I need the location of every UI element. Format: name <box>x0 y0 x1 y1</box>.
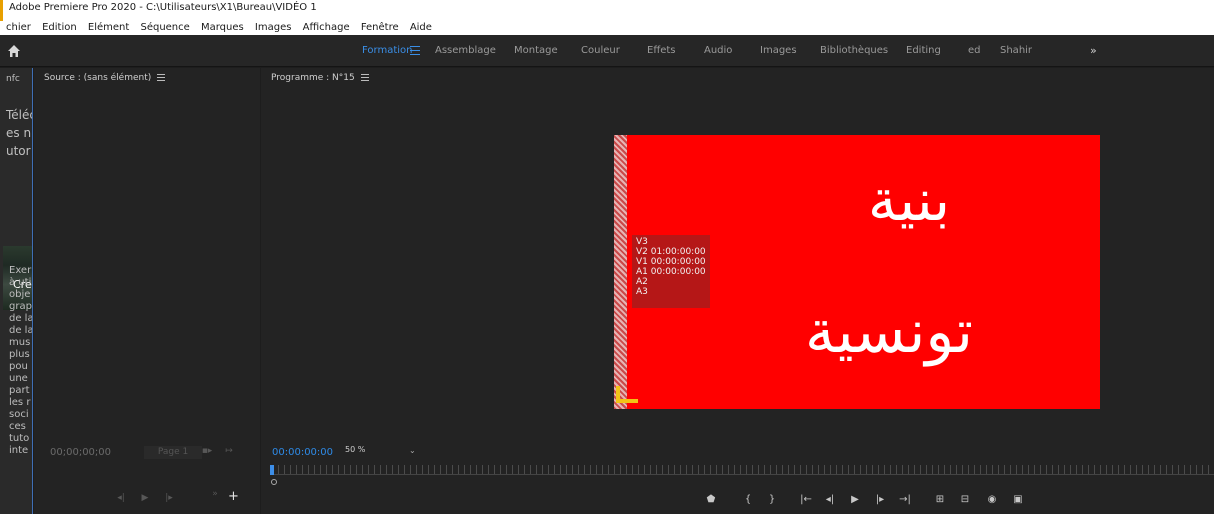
chevron-down-icon[interactable]: ⌄ <box>409 446 416 455</box>
learn-text-line: les r <box>9 397 31 408</box>
title-bar: Adobe Premiere Pro 2020 - C:\Utilisateur… <box>0 0 1214 21</box>
workspace-tab-editing[interactable]: Editing <box>906 35 941 67</box>
comparison-view-button[interactable]: ▣ <box>1011 494 1025 506</box>
track-timecode-overlay: V3 V2 01:00:00:00 V1 00:00:00:00 A1 00:0… <box>632 235 710 308</box>
source-settings-icon[interactable]: ▪▸ <box>200 446 214 456</box>
source-fit-icon[interactable]: ↦ <box>222 446 236 456</box>
zoom-scroll-handle[interactable] <box>271 479 277 485</box>
learn-text-line: mus <box>9 337 31 348</box>
program-video-frame[interactable]: V3 V2 01:00:00:00 V1 00:00:00:00 A1 00:0… <box>614 135 1100 409</box>
learn-text-line: tuto <box>9 433 30 444</box>
panel-menu-icon[interactable] <box>157 74 166 81</box>
workspace-tab-bibliotheques[interactable]: Bibliothèques <box>820 35 888 67</box>
learn-text-line: de la <box>9 313 33 324</box>
mark-in-button[interactable]: { <box>741 494 755 506</box>
overwrite-button[interactable]: ⊟ <box>958 494 972 506</box>
title-text-line-2: تونسية <box>804 297 974 367</box>
source-monitor: Source : (sans élément) 00;00;00;00 Page… <box>34 68 260 514</box>
title-text-line-1: بنية <box>867 166 951 234</box>
zoom-level-select[interactable]: 50 % <box>345 445 365 454</box>
learn-text-line: ces <box>9 421 26 432</box>
insert-button[interactable]: ⊞ <box>933 494 947 506</box>
overlay-line-v1: V1 00:00:00:00 <box>636 257 706 267</box>
workspace-tab-montage[interactable]: Montage <box>514 35 558 67</box>
workspace-menu-icon[interactable] <box>410 46 420 55</box>
learn-panel: nfc Téléc es n utor Cre Exer à uti obje … <box>0 68 33 514</box>
menu-fenetre[interactable]: Fenêtre <box>361 22 399 33</box>
overlay-line-v3: V3 <box>636 237 648 247</box>
source-play-button[interactable]: ▶ <box>138 493 152 503</box>
playhead[interactable] <box>270 465 274 475</box>
menu-images[interactable]: Images <box>255 22 292 33</box>
overlay-line-a2: A2 <box>636 277 648 287</box>
learn-heading-line: es n <box>6 126 32 140</box>
menu-fichier[interactable]: chier <box>6 22 31 33</box>
learn-text-line: à uti <box>9 277 32 288</box>
panel-menu-icon[interactable] <box>360 74 369 81</box>
export-frame-button[interactable]: ◉ <box>985 494 999 506</box>
go-to-in-button[interactable]: |← <box>797 494 815 506</box>
learn-panel-tab[interactable]: nfc <box>6 74 20 84</box>
source-add-button-icon[interactable]: + <box>228 489 239 504</box>
learn-text-line: inte <box>9 445 29 456</box>
workspace-tab-audio[interactable]: Audio <box>704 35 732 67</box>
source-more-buttons-icon[interactable]: » <box>208 489 222 499</box>
learn-text-line: plus <box>9 349 30 360</box>
menu-bar: chier Edition Elément Séquence Marques I… <box>0 21 1214 35</box>
workspace-tab-effets[interactable]: Effets <box>647 35 676 67</box>
workspace-tab-images[interactable]: Images <box>760 35 797 67</box>
learn-text-line: soci <box>9 409 29 420</box>
menu-affichage[interactable]: Affichage <box>303 22 350 33</box>
learn-text-line: part <box>9 385 30 396</box>
workspace-tab-formation[interactable]: Formation <box>362 35 412 67</box>
learn-heading-line: utor <box>6 144 31 158</box>
overlay-line-v2: V2 01:00:00:00 <box>636 247 706 257</box>
mark-out-button[interactable]: } <box>765 494 779 506</box>
go-to-out-button[interactable]: →| <box>896 494 914 506</box>
safe-margin-hatch <box>614 135 627 409</box>
source-timecode[interactable]: 00;00;00;00 <box>50 447 111 458</box>
program-monitor-title-text: Programme : N°15 <box>271 73 355 83</box>
source-page-field[interactable]: Page 1 <box>144 446 202 459</box>
learn-text-line: pou <box>9 361 28 372</box>
overlay-line-a3: A3 <box>636 287 648 297</box>
source-monitor-title[interactable]: Source : (sans élément) <box>44 73 166 83</box>
learn-text-line: de la <box>9 325 33 336</box>
learn-text-line: obje <box>9 289 31 300</box>
menu-edition[interactable]: Edition <box>42 22 77 33</box>
learn-text-line: Exer <box>9 265 32 276</box>
play-button[interactable]: ▶ <box>848 494 862 506</box>
overlay-line-a1: A1 00:00:00:00 <box>636 267 706 277</box>
step-back-button[interactable]: ◂| <box>823 494 837 506</box>
anchor-corner-marker <box>616 386 638 403</box>
learn-text-line: grap <box>9 301 32 312</box>
source-monitor-title-text: Source : (sans élément) <box>44 73 152 83</box>
step-forward-button[interactable]: |▸ <box>873 494 887 506</box>
workspace-tab-assemblage[interactable]: Assemblage <box>435 35 496 67</box>
home-icon[interactable] <box>6 43 22 59</box>
workspace-tab-ed[interactable]: ed <box>968 35 981 67</box>
add-marker-button[interactable]: ⬟ <box>704 494 718 506</box>
learn-heading-line: Téléc <box>6 108 33 122</box>
workspaces-bar: Formation Assemblage Montage Couleur Eff… <box>0 35 1214 67</box>
timeline-ruler-baseline <box>272 474 1214 475</box>
source-step-forward-button[interactable]: |▸ <box>162 493 176 503</box>
source-step-back-button[interactable]: ◂| <box>114 493 128 503</box>
learn-text-line: une <box>9 373 28 384</box>
menu-element[interactable]: Elément <box>88 22 129 33</box>
workspace-tab-couleur[interactable]: Couleur <box>581 35 620 67</box>
program-timecode[interactable]: 00:00:00:00 <box>272 447 333 458</box>
window-title: Adobe Premiere Pro 2020 - C:\Utilisateur… <box>9 2 317 13</box>
program-monitor-title[interactable]: Programme : N°15 <box>271 73 369 83</box>
workspace-tab-shahir[interactable]: Shahir <box>1000 35 1032 67</box>
menu-marques[interactable]: Marques <box>201 22 244 33</box>
menu-sequence[interactable]: Séquence <box>140 22 189 33</box>
more-workspaces-button[interactable]: » <box>1090 35 1097 67</box>
menu-aide[interactable]: Aide <box>410 22 432 33</box>
